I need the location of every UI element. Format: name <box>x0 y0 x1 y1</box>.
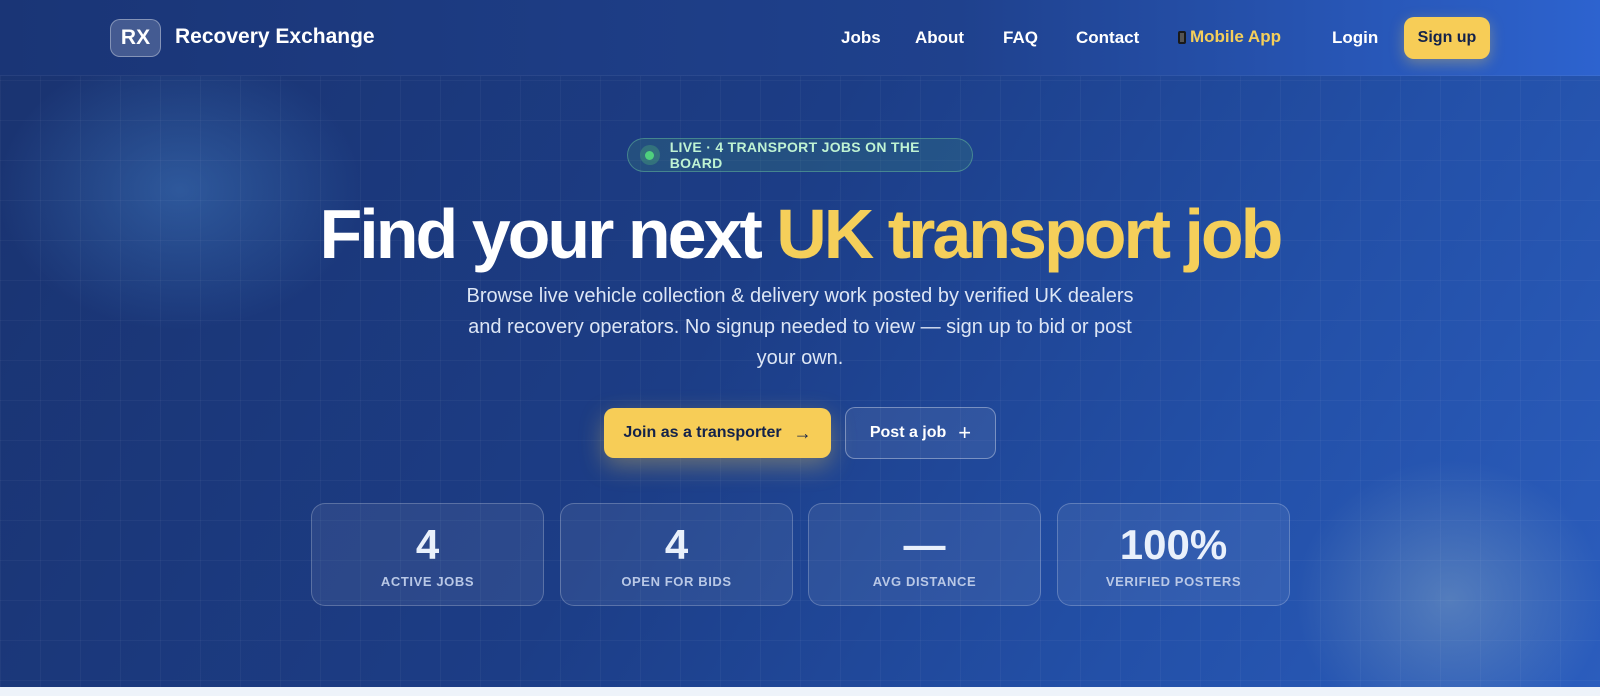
arrow-right-icon: → <box>793 422 812 443</box>
stat-value: 100% <box>1119 521 1228 568</box>
join-transporter-label: Join as a transporter <box>623 424 782 441</box>
nav-link-contact[interactable]: Contact <box>1076 28 1139 48</box>
nav-link-about[interactable]: About <box>915 28 964 48</box>
brand-name[interactable]: Recovery Exchange <box>175 25 375 49</box>
stat-label: ACTIVE JOBS <box>380 574 475 589</box>
nav-link-jobs[interactable]: Jobs <box>841 28 881 48</box>
stat-card-avg-distance: — AVG DISTANCE <box>808 503 1041 606</box>
headline-accent: UK transport job <box>776 195 1283 273</box>
nav-link-faq[interactable]: FAQ <box>1003 28 1038 48</box>
nav-link-mobile-app[interactable]: Mobile App <box>1178 27 1281 47</box>
stat-value: 4 <box>664 521 689 568</box>
hero-subtitle: Browse live vehicle collection & deliver… <box>466 285 1134 369</box>
hero-section: RX Recovery Exchange Jobs About FAQ Cont… <box>0 0 1600 687</box>
stat-card-verified-posters: 100% VERIFIED POSTERS <box>1057 503 1290 606</box>
plus-icon: + <box>958 420 972 445</box>
headline-main: Find your next <box>319 195 777 273</box>
stat-card-active-jobs: 4 ACTIVE JOBS <box>311 503 544 606</box>
join-transporter-button[interactable]: Join as a transporter → <box>604 408 831 458</box>
signup-button[interactable]: Sign up <box>1404 17 1490 59</box>
page-headline: Find your next UK transport job <box>0 194 1600 274</box>
page-bottom-strip <box>0 687 1600 696</box>
stat-value: — <box>903 521 946 568</box>
stat-label: AVG DISTANCE <box>872 574 977 589</box>
top-nav: RX Recovery Exchange Jobs About FAQ Cont… <box>0 0 1600 76</box>
live-dot-icon <box>640 145 660 165</box>
stat-label: OPEN FOR BIDS <box>621 574 732 589</box>
stat-label: VERIFIED POSTERS <box>1105 574 1242 589</box>
live-badge-text: LIVE · 4 TRANSPORT JOBS ON THE BOARD <box>669 139 920 171</box>
mobile-app-label: Mobile App <box>1190 27 1281 46</box>
phone-icon <box>1178 30 1186 44</box>
stat-value: 4 <box>415 521 440 568</box>
post-job-button[interactable]: Post a job + <box>845 407 996 459</box>
live-jobs-badge: LIVE · 4 TRANSPORT JOBS ON THE BOARD <box>627 138 973 172</box>
login-link[interactable]: Login <box>1332 28 1378 48</box>
post-job-label: Post a job <box>869 424 947 441</box>
logo-badge[interactable]: RX <box>110 19 161 57</box>
stat-card-open-bids: 4 OPEN FOR BIDS <box>560 503 793 606</box>
